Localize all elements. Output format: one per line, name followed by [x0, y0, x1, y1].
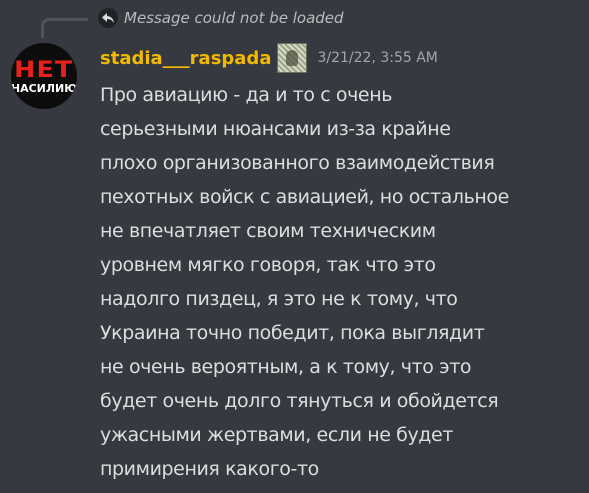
username[interactable]: stadia___raspada: [100, 48, 271, 69]
message-header: stadia___raspada 3/21/22, 3:55 AM: [100, 43, 438, 73]
message-text-line: надолго пиздец, я это не к тому, что: [100, 288, 458, 310]
role-icon[interactable]: [277, 43, 308, 73]
avatar[interactable]: НЕТ НАСИЛИЮ: [11, 43, 77, 109]
reply-arrow-icon: [98, 8, 118, 28]
message-text-line: не впечатляет своим техническим: [100, 220, 436, 242]
message-content: Про авиацию - да и то с очень серьезными …: [100, 78, 580, 486]
message-text-line: будет очень долго тянуться и обойдется: [100, 390, 499, 412]
message-text-line: уровнем мягко говоря, так что это: [100, 254, 436, 276]
message-text-line: Про авиацию - да и то с очень: [100, 84, 393, 106]
reply-reference[interactable]: Message could not be loaded: [98, 7, 344, 29]
message-text-line: ужасными жертвами, если не будет: [100, 424, 454, 446]
message-text-line: плохо организованного взаимодействия: [100, 152, 495, 174]
reply-unavailable-text: Message could not be loaded: [124, 9, 344, 27]
message-text-line: примирения какого-то: [100, 458, 319, 480]
message-text-line: не очень вероятным, а к тому, что это: [100, 356, 472, 378]
avatar-text-bottom: НАСИЛИЮ: [11, 81, 77, 95]
message-text-line: Украина точно победит, пока выглядит: [100, 322, 485, 344]
reply-connector-line: [41, 18, 88, 38]
message-text-line: пехотных войск с авиацией, но остальное: [100, 186, 509, 208]
timestamp: 3/21/22, 3:55 AM: [317, 50, 438, 66]
message-text-line: серьезными нюансами из-за крайне: [100, 118, 451, 140]
avatar-text-top: НЕТ: [14, 57, 74, 83]
